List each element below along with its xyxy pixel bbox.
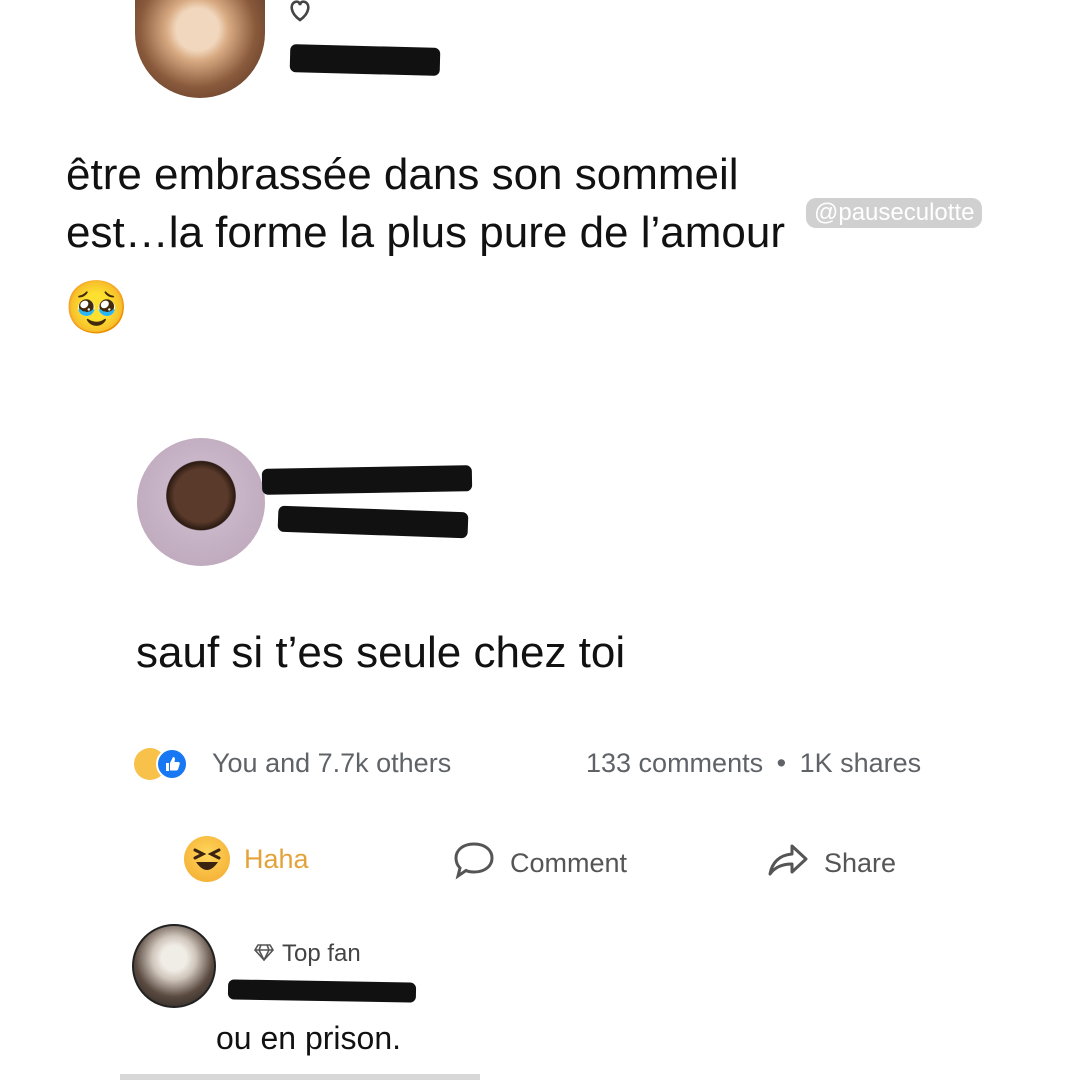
share-button[interactable]: Share — [766, 840, 896, 887]
haha-label: Haha — [244, 843, 309, 874]
comments-count[interactable]: 133 comments • 1K shares — [586, 748, 921, 779]
shares-count[interactable]: 1K shares — [800, 748, 922, 778]
share-label: Share — [824, 848, 897, 878]
haha-button[interactable]: Haha — [184, 836, 309, 882]
redacted-name-post2 — [261, 465, 473, 495]
top-fan-badge: Top fan — [254, 940, 361, 968]
redacted-subtitle-post2 — [277, 505, 469, 539]
watermark: @pauseculotte — [806, 198, 983, 228]
avatar-post1[interactable] — [135, 0, 265, 98]
comment-bubble-icon — [452, 840, 496, 887]
post1-text-line1: être embrassée dans son sommeil — [66, 150, 739, 199]
comment-text: ou en prison. — [216, 1020, 402, 1056]
comment-label: Comment — [510, 848, 628, 878]
redacted-commenter-name — [227, 979, 417, 1003]
bottom-divider — [120, 1074, 480, 1080]
avatar-commenter[interactable] — [132, 924, 216, 1008]
avatar-post2[interactable] — [137, 438, 265, 566]
post1-text-line2: est…la forme la plus pure de l’amour — [66, 208, 785, 257]
share-arrow-icon — [766, 840, 810, 887]
comments-count-label: 133 comments — [586, 748, 764, 778]
reaction-summary[interactable]: You and 7.7k others — [212, 748, 451, 779]
top-fan-label: Top fan — [282, 940, 361, 967]
post1-text: être embrassée dans son sommeil est…la f… — [66, 146, 785, 262]
diamond-icon — [254, 940, 274, 968]
haha-icon — [184, 836, 230, 882]
heart-outline-icon[interactable] — [284, 0, 316, 22]
stats-separator: • — [776, 748, 787, 778]
reaction-icons[interactable] — [134, 746, 206, 782]
comment-button[interactable]: Comment — [452, 840, 627, 887]
post2-text: sauf si t’es seule chez toi — [136, 628, 626, 677]
like-reaction-icon — [156, 748, 188, 780]
pleading-face-emoji: 🥹 — [64, 279, 129, 337]
redacted-username-post1 — [289, 44, 441, 76]
